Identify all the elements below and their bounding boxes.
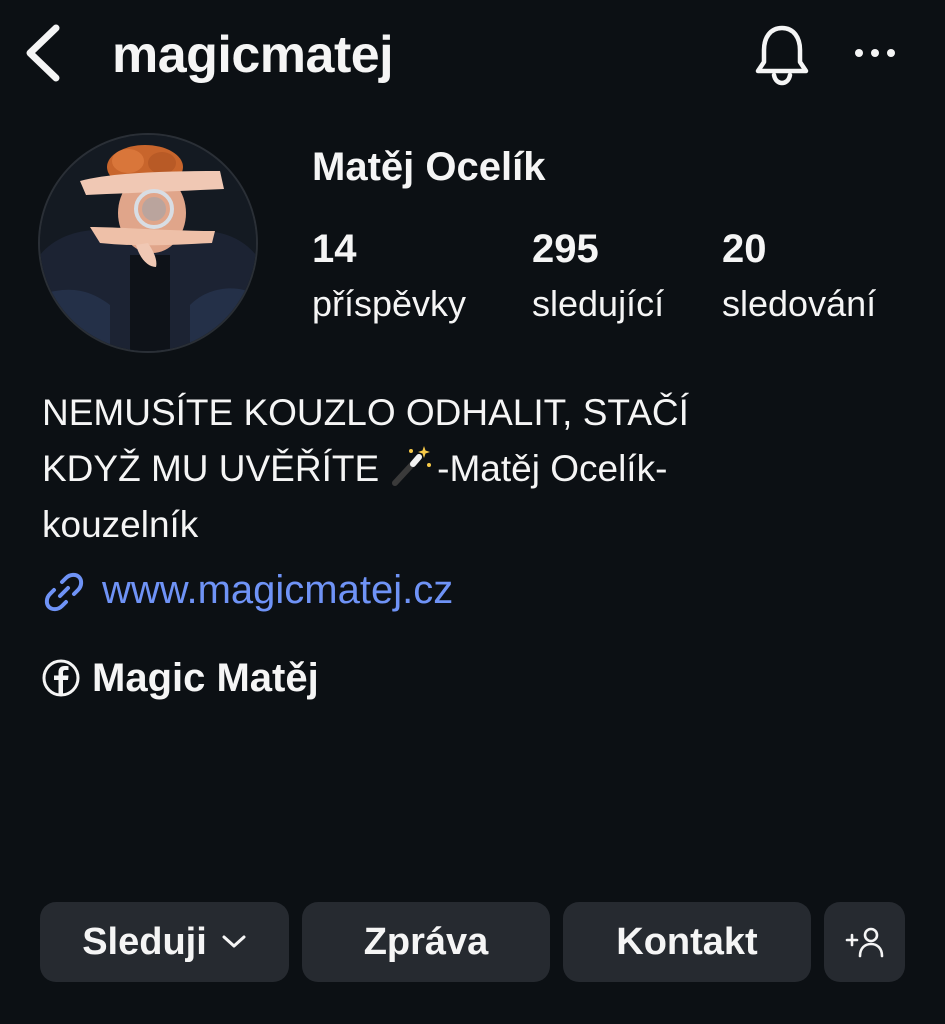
- chevron-left-icon: [26, 24, 60, 82]
- stat-following[interactable]: 20 sledování: [722, 224, 876, 334]
- profile-display-name: Matěj Ocelík: [312, 145, 546, 189]
- more-horizontal-icon: [855, 49, 895, 57]
- profile-username: magicmatej: [112, 26, 394, 84]
- facebook-link-text: Magic Matěj: [92, 656, 319, 700]
- bell-icon: [755, 25, 809, 86]
- link-icon: [44, 572, 84, 612]
- following-count: 20: [722, 227, 767, 271]
- bio-line-2-after: -Matěj Ocelík-: [437, 448, 668, 489]
- followers-count: 295: [532, 227, 599, 271]
- avatar-photo: [40, 135, 256, 351]
- followers-label: sledující: [532, 283, 665, 324]
- profile-bio: NEMUSÍTE KOUZLO ODHALIT, STAČÍ KDYŽ MU U…: [42, 385, 902, 553]
- message-button-label: Zpráva: [363, 920, 489, 963]
- add-user-button[interactable]: [824, 902, 905, 982]
- more-options-button[interactable]: [852, 38, 898, 68]
- magic-wand-icon: [392, 446, 432, 486]
- following-label: sledování: [722, 283, 877, 324]
- add-user-icon: [845, 927, 883, 958]
- bio-line-3: kouzelník: [42, 504, 199, 545]
- chevron-down-icon: [222, 935, 246, 948]
- stat-followers[interactable]: 295 sledující: [532, 224, 664, 334]
- back-button[interactable]: [22, 20, 66, 86]
- message-button[interactable]: Zpráva: [302, 902, 550, 982]
- contact-button[interactable]: Kontakt: [563, 902, 811, 982]
- top-bar: magicmatej: [0, 0, 945, 110]
- bio-line-2-before: KDYŽ MU UVĚŘÍTE: [42, 448, 380, 489]
- following-button[interactable]: Sleduji: [40, 902, 289, 982]
- notifications-button[interactable]: [752, 22, 812, 86]
- bio-line-2: KDYŽ MU UVĚŘÍTE -Matěj Ocelík-: [42, 441, 902, 497]
- website-link-text: www.magicmatej.cz: [102, 568, 454, 612]
- facebook-icon: [42, 659, 80, 697]
- profile-page: magicmatej Matěj Ocelík 14 příspěvky 295…: [0, 0, 945, 1024]
- posts-count: 14: [312, 227, 357, 271]
- stat-posts[interactable]: 14 příspěvky: [312, 224, 466, 334]
- following-button-label: Sleduji: [82, 920, 207, 963]
- bio-line-1: NEMUSÍTE KOUZLO ODHALIT, STAČÍ: [42, 392, 689, 433]
- contact-button-label: Kontakt: [616, 920, 758, 963]
- posts-label: příspěvky: [312, 283, 467, 324]
- profile-avatar[interactable]: [40, 135, 256, 351]
